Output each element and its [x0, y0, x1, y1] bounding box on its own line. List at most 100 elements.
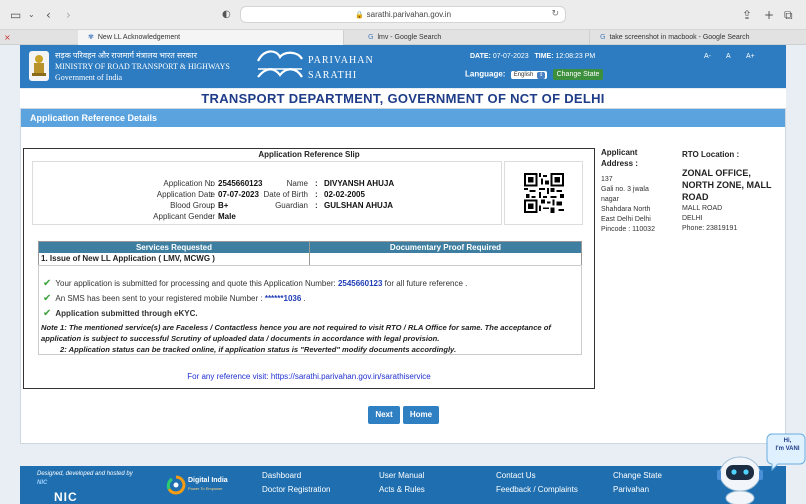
tab-lmv-search[interactable]: Glmv - Google Search: [344, 30, 590, 45]
tab-strip: × ✾ New LL Acknowledgement Glmv - Google …: [0, 30, 806, 45]
footer-link-parivahan[interactable]: Parivahan: [613, 485, 649, 494]
site-header: सड़क परिवहन और राजमार्ग मंत्रालय भारत सर…: [20, 45, 786, 88]
application-reference-slip: Application Reference Slip Application N…: [23, 148, 595, 389]
application-number-highlight: 2545660123: [337, 279, 383, 288]
time-label: TIME:: [534, 53, 554, 60]
date-label: DATE:: [470, 53, 491, 60]
note-1: Note 1: The mentioned service(s) are Fac…: [41, 323, 551, 343]
change-state-button[interactable]: Change State: [552, 69, 604, 80]
close-tab-icon[interactable]: ×: [4, 30, 11, 45]
address-line: Shahdara North: [601, 206, 651, 213]
back-icon[interactable]: ‹: [46, 7, 51, 23]
brand-text: PARIVAHAN SARATHI: [308, 53, 374, 83]
address-line: nagar: [601, 196, 619, 203]
national-emblem-icon: [29, 51, 49, 81]
greeting-line: I'm VANI: [775, 446, 800, 452]
emblem-favicon-icon: ✾: [88, 33, 94, 41]
vani-chatbot[interactable]: Hi, I'm VANI: [708, 432, 806, 504]
address-label-line: Address :: [601, 159, 638, 168]
next-button[interactable]: Next: [368, 406, 400, 424]
message-text: Application submitted through eKYC.: [55, 309, 198, 318]
services-table: Services Requested Documentary Proof Req…: [38, 241, 582, 266]
ministry-text: सड़क परिवहन और राजमार्ग मंत्रालय भारत सर…: [55, 50, 230, 83]
services-table-header: Services Requested Documentary Proof Req…: [39, 242, 581, 253]
status-messages: ✔ Your application is submitted for proce…: [38, 265, 582, 355]
browser-toolbar: ▭ ⌄ ‹ › ◐ 🔒 sarathi.parivahan.gov.in ↻ ⇪ …: [0, 0, 806, 30]
footer-link-contact-us[interactable]: Contact Us: [496, 471, 536, 480]
tab-title: take screenshot in macbook - Google Sear…: [609, 34, 750, 41]
footer-link-change-state[interactable]: Change State: [613, 471, 662, 480]
font-increase-button[interactable]: A+: [746, 53, 755, 60]
dob-label: Date of Birth: [263, 190, 308, 199]
colon: :: [315, 201, 318, 210]
table-row: 1. Issue of New LL Application ( LMV, MC…: [39, 253, 581, 265]
bot-greeting: Hi, I'm VANI: [770, 437, 805, 453]
tab-title: New LL Acknowledgement: [97, 34, 181, 41]
check-icon: ✔: [43, 308, 52, 319]
sms-message: ✔ An SMS has been sent to your registered…: [43, 293, 306, 304]
tab-new-ll-acknowledgement[interactable]: ✾ New LL Acknowledgement: [78, 30, 344, 45]
digital-india-logo[interactable]: Digital India Power To Empower: [166, 472, 251, 498]
reference-link[interactable]: For any reference visit: https://sarathi…: [24, 372, 594, 381]
footer-link-feedback[interactable]: Feedback / Complaints: [496, 485, 578, 494]
google-icon: G: [600, 33, 606, 41]
digital-india-text: Digital India: [188, 477, 228, 484]
service-requested-cell: 1. Issue of New LL Application ( LMV, MC…: [39, 253, 310, 265]
lock-icon: 🔒: [354, 11, 364, 19]
share-icon[interactable]: ⇪: [742, 7, 752, 23]
address-label-line: Applicant: [601, 148, 638, 157]
greeting-line: Hi,: [783, 438, 792, 444]
footer-link-dashboard[interactable]: Dashboard: [262, 471, 301, 480]
blood-group-value: B+: [218, 201, 229, 210]
gender-label: Applicant Gender: [153, 212, 215, 221]
select-arrows-icon: ⇕: [537, 71, 546, 79]
reload-icon[interactable]: ↻: [551, 7, 559, 22]
digital-india-tagline: Power To Empower: [188, 486, 223, 491]
gender-value: Male: [218, 212, 236, 221]
card-title: Application Reference Details: [21, 109, 785, 127]
guardian-label: Guardian: [275, 201, 308, 210]
privacy-shield-icon[interactable]: ◐: [222, 7, 231, 23]
name-value: DIVYANSH AHUJA: [324, 179, 395, 188]
footer-link-doctor-registration[interactable]: Doctor Registration: [262, 485, 330, 494]
home-button[interactable]: Home: [403, 406, 439, 424]
designed-by: Designed, developed and hosted by NIC: [37, 470, 133, 488]
sidebar-toggle-icon[interactable]: ▭: [10, 7, 21, 23]
rto-name: ZONAL OFFICE, NORTH ZONE, MALL ROAD: [682, 168, 772, 202]
footer-link-user-manual[interactable]: User Manual: [379, 471, 424, 480]
rto-address-line: DELHI: [682, 215, 703, 222]
department-title: TRANSPORT DEPARTMENT, GOVERNMENT OF NCT …: [20, 89, 786, 108]
applicant-address: 137 Gali no. 3 jwala nagar Shahdara Nort…: [601, 175, 655, 235]
google-icon: G: [368, 33, 374, 41]
font-decrease-button[interactable]: A-: [704, 53, 711, 60]
address-pincode: Pincode : 110032: [601, 226, 655, 233]
brand-sarathi: SARATHI: [308, 70, 358, 81]
font-normal-button[interactable]: A: [726, 53, 731, 60]
footer-link-acts-rules[interactable]: Acts & Rules: [379, 485, 425, 494]
ministry-hindi: सड़क परिवहन और राजमार्ग मंत्रालय भारत सर…: [55, 51, 197, 60]
ministry-name: MINISTRY OF ROAD TRANSPORT & HIGHWAYS: [55, 62, 230, 71]
new-tab-icon[interactable]: +: [764, 7, 774, 23]
time-value: 12:08:23 PM: [555, 53, 596, 60]
colon: :: [315, 179, 318, 188]
language-label: Language:: [465, 69, 506, 79]
tab-overview-icon[interactable]: ⧉: [784, 7, 793, 23]
address-bar[interactable]: 🔒 sarathi.parivahan.gov.in ↻: [240, 6, 566, 23]
brand-parivahan: PARIVAHAN: [308, 55, 374, 66]
message-text: An SMS has been sent to your registered …: [55, 294, 265, 303]
nic-logo: NIC: [54, 490, 78, 504]
documentary-proof-cell: [310, 253, 581, 265]
ekyc-message: ✔ Application submitted through eKYC.: [43, 308, 198, 319]
application-date-label: Application Date: [156, 190, 215, 199]
date-time: DATE: 07-07-2023 TIME: 12:08:23 PM: [470, 53, 595, 60]
rto-address-line: MALL ROAD: [682, 205, 723, 212]
language-select[interactable]: English ⇕: [510, 70, 548, 79]
forward-icon[interactable]: ›: [66, 7, 71, 23]
qr-code-box: [504, 161, 583, 225]
chevron-down-icon[interactable]: ⌄: [28, 7, 35, 23]
colon: :: [210, 201, 213, 210]
tab-screenshot-search[interactable]: Gtake screenshot in macbook - Google Sea…: [590, 30, 806, 45]
message-text: for all future reference .: [382, 279, 468, 288]
message-text: .: [301, 294, 306, 303]
colon: :: [210, 190, 213, 199]
